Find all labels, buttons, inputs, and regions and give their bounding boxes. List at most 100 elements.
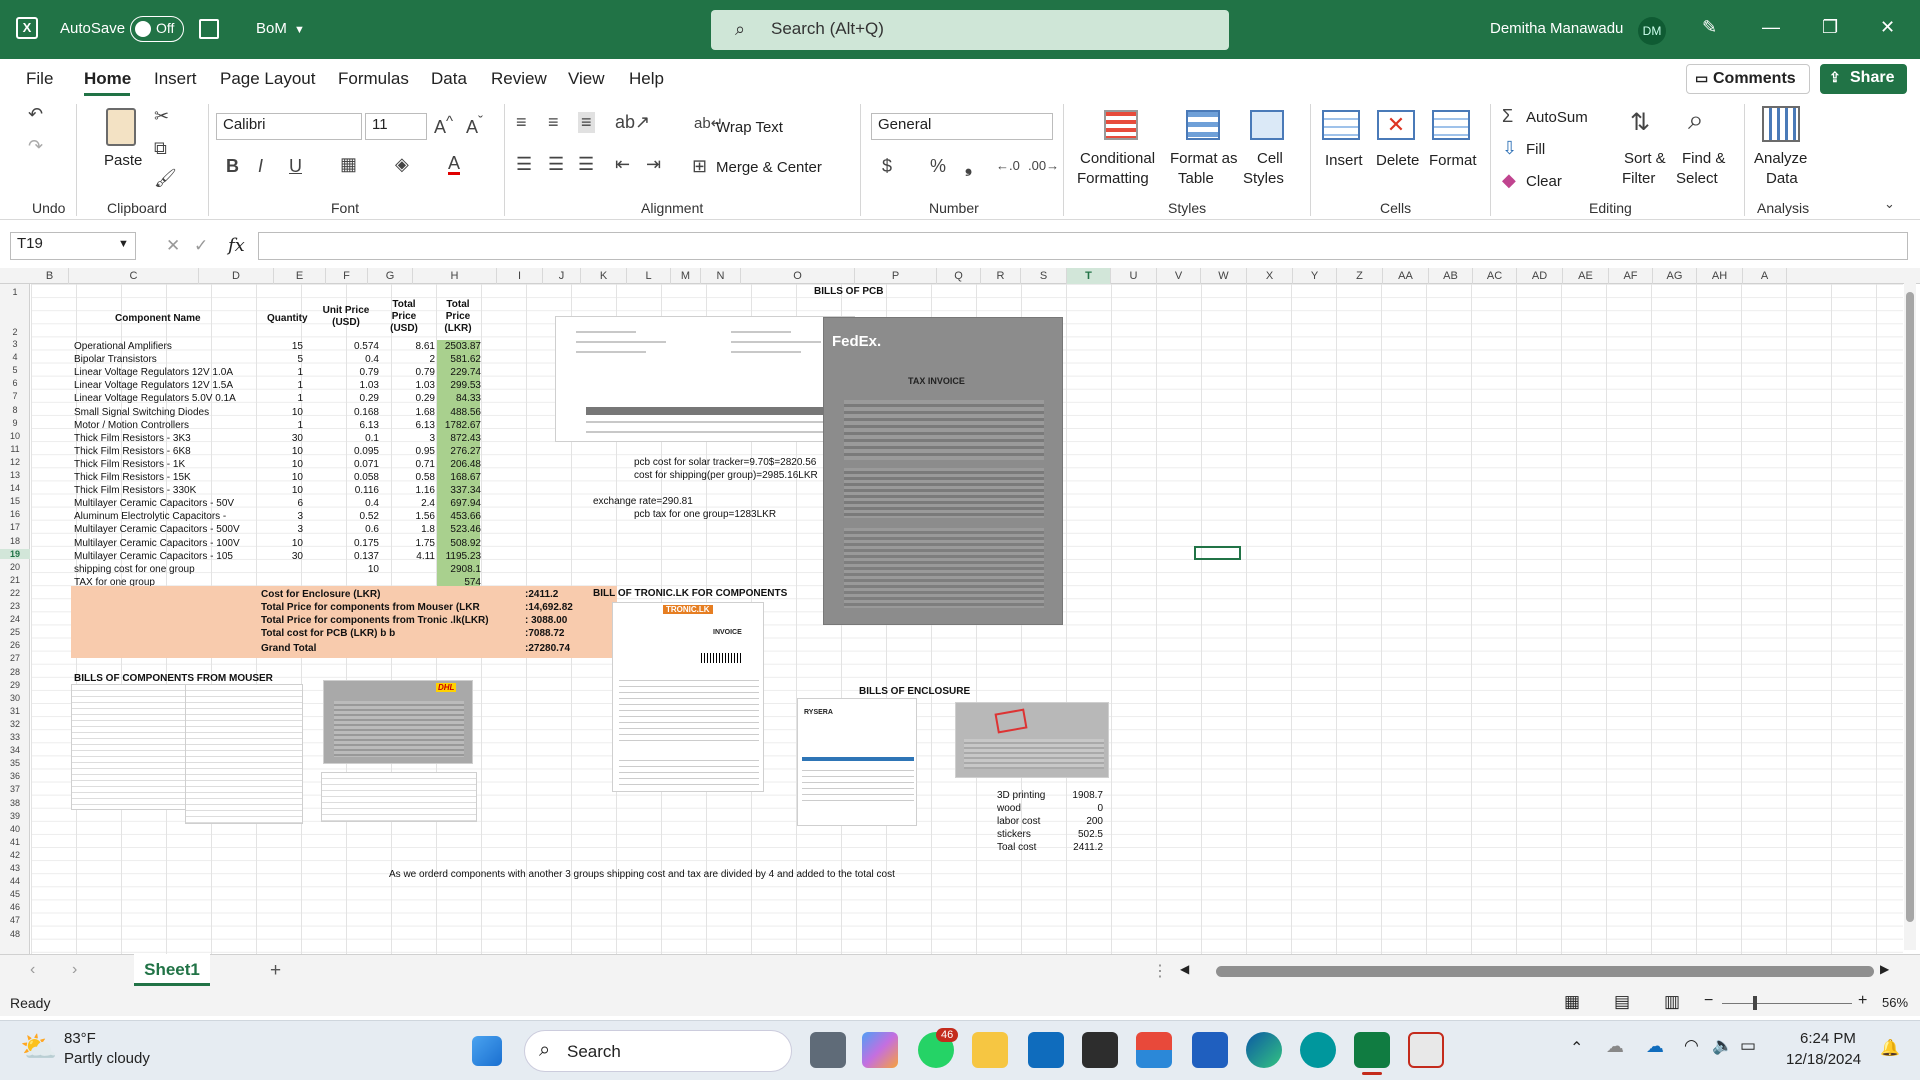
onedrive-blue-icon[interactable]: ☁ bbox=[1646, 1036, 1664, 1057]
column-header-L[interactable]: L bbox=[627, 268, 671, 284]
rysera-invoice-image[interactable]: RYSERA bbox=[797, 698, 917, 826]
column-header-I[interactable]: I bbox=[497, 268, 543, 284]
align-top-icon[interactable]: ≡ bbox=[516, 112, 527, 133]
decrease-decimal-icon[interactable]: .00→ bbox=[1028, 158, 1059, 173]
column-header-AG[interactable]: AG bbox=[1653, 268, 1697, 284]
row-header-37[interactable]: 37 bbox=[0, 784, 30, 794]
delete-cells-button[interactable]: Delete bbox=[1376, 152, 1419, 169]
row-header-31[interactable]: 31 bbox=[0, 706, 30, 716]
zoom-level[interactable]: 56% bbox=[1882, 995, 1908, 1010]
paste-icon[interactable] bbox=[106, 108, 136, 146]
row-header-3[interactable]: 3 bbox=[0, 339, 30, 349]
currency-icon[interactable]: $ bbox=[882, 156, 892, 177]
column-header-H[interactable]: H bbox=[413, 268, 497, 284]
tab-file[interactable]: File bbox=[26, 69, 53, 89]
wrap-text-button[interactable]: Wrap Text bbox=[716, 119, 783, 136]
row-header-19[interactable]: 19 bbox=[0, 548, 30, 559]
row-header-29[interactable]: 29 bbox=[0, 680, 30, 690]
row-header-5[interactable]: 5 bbox=[0, 365, 30, 375]
analyze-data-icon[interactable] bbox=[1762, 106, 1800, 142]
row-header-13[interactable]: 13 bbox=[0, 470, 30, 480]
autosum-icon[interactable]: Σ bbox=[1502, 106, 1513, 127]
clock-date[interactable]: 12/18/2024 bbox=[1786, 1051, 1861, 1068]
underline-icon[interactable]: U bbox=[289, 156, 302, 177]
mouser-invoice-image-2[interactable] bbox=[185, 684, 303, 824]
clear-icon[interactable]: ◆ bbox=[1502, 170, 1516, 191]
column-header-W[interactable]: W bbox=[1201, 268, 1247, 284]
row-header-33[interactable]: 33 bbox=[0, 732, 30, 742]
analyze-data-line1[interactable]: Analyze bbox=[1754, 150, 1807, 167]
row-header-14[interactable]: 14 bbox=[0, 483, 30, 493]
mouser-invoice-image-1[interactable] bbox=[71, 684, 187, 810]
column-header-U[interactable]: U bbox=[1111, 268, 1157, 284]
increase-decimal-icon[interactable]: ←.0 bbox=[996, 158, 1020, 173]
row-header-4[interactable]: 4 bbox=[0, 352, 30, 362]
column-header-O[interactable]: O bbox=[741, 268, 855, 284]
restore-icon[interactable]: ❐ bbox=[1822, 17, 1838, 38]
row-header-42[interactable]: 42 bbox=[0, 850, 30, 860]
file-explorer-icon[interactable] bbox=[972, 1032, 1008, 1068]
row-header-34[interactable]: 34 bbox=[0, 745, 30, 755]
start-icon[interactable] bbox=[472, 1036, 502, 1066]
column-header-B[interactable]: B bbox=[31, 268, 69, 284]
find-select-line1[interactable]: Find & bbox=[1682, 150, 1725, 167]
row-header-8[interactable]: 8 bbox=[0, 405, 30, 415]
sort-filter-line2[interactable]: Filter bbox=[1622, 170, 1655, 187]
paste-label[interactable]: Paste bbox=[104, 152, 142, 169]
analyze-data-line2[interactable]: Data bbox=[1766, 170, 1798, 187]
column-header-AF[interactable]: AF bbox=[1609, 268, 1653, 284]
column-header-G[interactable]: G bbox=[368, 268, 413, 284]
row-header-21[interactable]: 21 bbox=[0, 575, 30, 585]
doc-name-chevron-icon[interactable]: ▼ bbox=[294, 24, 305, 36]
autosave-toggle[interactable]: Off bbox=[130, 16, 184, 42]
column-header-D[interactable]: D bbox=[199, 268, 274, 284]
decrease-font-icon[interactable]: Aˇ bbox=[466, 113, 483, 138]
page-layout-view-icon[interactable]: ▤ bbox=[1614, 992, 1630, 1012]
row-header-46[interactable]: 46 bbox=[0, 902, 30, 912]
volume-icon[interactable]: 🔈 bbox=[1712, 1036, 1733, 1056]
weather-temp[interactable]: 83°F bbox=[64, 1030, 96, 1047]
cell-styles-line1[interactable]: Cell bbox=[1257, 150, 1283, 167]
italic-icon[interactable]: I bbox=[258, 156, 263, 177]
conditional-formatting-line2[interactable]: Formatting bbox=[1077, 170, 1149, 187]
orientation-icon[interactable]: ab↗ bbox=[615, 112, 650, 133]
zoom-out-icon[interactable]: − bbox=[1704, 992, 1713, 1010]
vertical-scroll-thumb[interactable] bbox=[1906, 292, 1914, 922]
row-header-26[interactable]: 26 bbox=[0, 640, 30, 650]
align-center-icon[interactable]: ☰ bbox=[548, 154, 564, 175]
conditional-formatting-line1[interactable]: Conditional bbox=[1080, 150, 1155, 167]
undo-icon[interactable]: ↶ bbox=[28, 104, 43, 125]
vscode-icon[interactable] bbox=[1192, 1032, 1228, 1068]
copilot-icon[interactable] bbox=[862, 1032, 898, 1068]
format-cells-button[interactable]: Format bbox=[1429, 152, 1477, 169]
onedrive-icon[interactable]: ☁ bbox=[1606, 1036, 1624, 1057]
excel-taskbar-icon[interactable] bbox=[1354, 1032, 1390, 1068]
row-header-18[interactable]: 18 bbox=[0, 536, 30, 546]
pcb-order-image[interactable] bbox=[555, 316, 855, 442]
row-header-43[interactable]: 43 bbox=[0, 863, 30, 873]
column-header-Y[interactable]: Y bbox=[1293, 268, 1337, 284]
taskbar-search[interactable]: ⌕ Search bbox=[524, 1030, 792, 1072]
save-icon[interactable] bbox=[199, 19, 219, 39]
scroll-left-icon[interactable]: ◀ bbox=[1180, 962, 1189, 976]
close-icon[interactable]: ✕ bbox=[1880, 17, 1895, 38]
row-header-47[interactable]: 47 bbox=[0, 915, 30, 925]
row-header-23[interactable]: 23 bbox=[0, 601, 30, 611]
increase-font-icon[interactable]: A^ bbox=[434, 113, 453, 138]
comma-icon[interactable]: ❟ bbox=[965, 156, 972, 177]
tab-help[interactable]: Help bbox=[629, 69, 664, 89]
column-header-AH[interactable]: AH bbox=[1697, 268, 1743, 284]
page-break-view-icon[interactable]: ▥ bbox=[1664, 992, 1680, 1012]
percent-icon[interactable]: % bbox=[930, 156, 946, 177]
row-header-1[interactable]: 1 bbox=[0, 287, 30, 297]
row-header-15[interactable]: 15 bbox=[0, 496, 30, 506]
clear-button[interactable]: Clear bbox=[1526, 173, 1562, 190]
weather-desc[interactable]: Partly cloudy bbox=[64, 1050, 150, 1067]
format-as-table-line1[interactable]: Format as bbox=[1170, 150, 1238, 167]
column-header-F[interactable]: F bbox=[326, 268, 368, 284]
redo-icon[interactable]: ↷ bbox=[28, 136, 43, 157]
pen-icon[interactable]: ✎ bbox=[1702, 17, 1717, 38]
cell-styles-icon[interactable] bbox=[1250, 110, 1284, 140]
share-button[interactable]: ⇪ Share bbox=[1820, 64, 1907, 94]
wifi-icon[interactable]: ◠ bbox=[1684, 1036, 1699, 1056]
